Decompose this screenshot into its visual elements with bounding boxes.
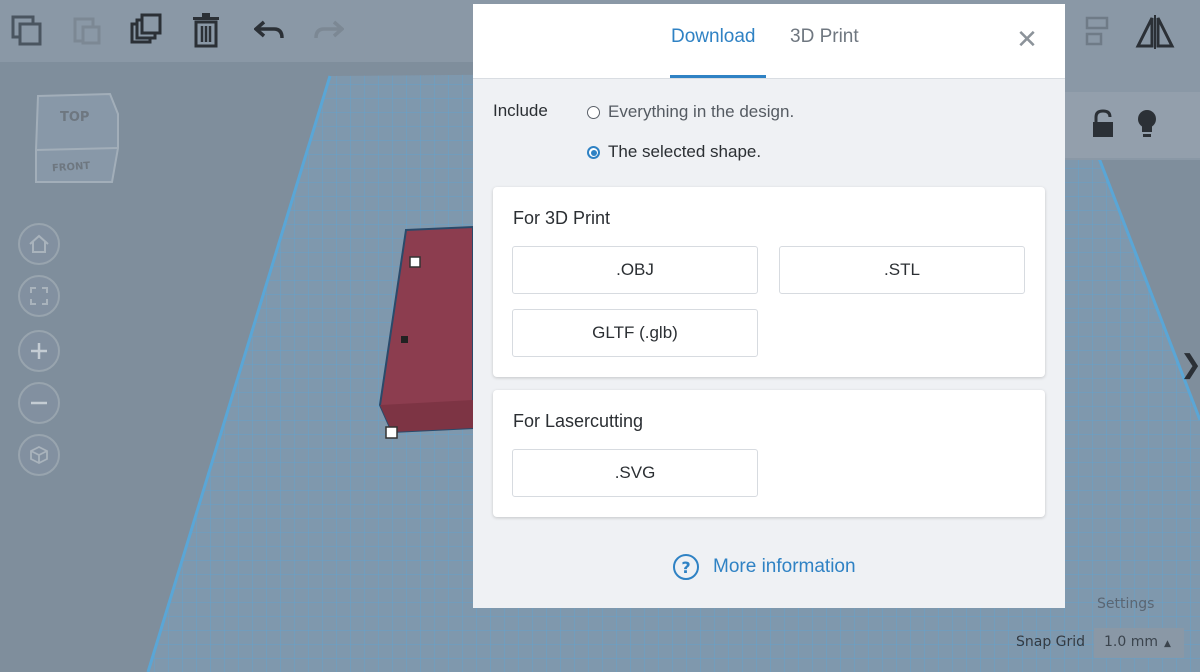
tab-download[interactable]: Download: [671, 26, 756, 48]
fit-view-icon[interactable]: [18, 275, 60, 317]
lightbulb-icon[interactable]: [1127, 104, 1167, 144]
settings-button[interactable]: Settings: [1097, 596, 1154, 612]
paste-icon[interactable]: [66, 10, 106, 50]
mirror-icon[interactable]: [1135, 12, 1175, 52]
trash-icon[interactable]: [186, 10, 226, 50]
radio-selected-label[interactable]: The selected shape.: [608, 142, 761, 162]
view-cube-top-label[interactable]: TOP: [60, 110, 89, 125]
include-label: Include: [493, 101, 548, 120]
duplicate-icon[interactable]: [126, 10, 166, 50]
perspective-icon[interactable]: [18, 434, 60, 476]
snap-grid-label: Snap Grid: [1016, 634, 1086, 650]
close-icon[interactable]: ✕: [1015, 27, 1039, 53]
inspector-panel: [1065, 92, 1200, 158]
radio-selected[interactable]: [587, 145, 600, 159]
radio-everything-label[interactable]: Everything in the design.: [608, 102, 794, 122]
svg-button[interactable]: .SVG: [512, 449, 758, 497]
undo-icon[interactable]: [250, 10, 290, 50]
export-dialog: Download 3D Print ✕ Include Everything i…: [473, 4, 1065, 608]
section-lasercutting-title: For Lasercutting: [513, 411, 644, 431]
include-selected-option[interactable]: The selected shape.: [587, 142, 761, 162]
zoom-out-icon[interactable]: [18, 382, 60, 424]
section-3d-print: For 3D Print .OBJ .STL GLTF (.glb): [493, 187, 1045, 377]
gltf-button[interactable]: GLTF (.glb): [512, 309, 758, 357]
lock-icon[interactable]: [1083, 104, 1123, 144]
align-icon[interactable]: [1077, 12, 1117, 52]
active-tab-indicator: [670, 75, 766, 78]
radio-everything[interactable]: [587, 105, 600, 119]
redo-icon[interactable]: [308, 10, 348, 50]
obj-button[interactable]: .OBJ: [512, 246, 758, 294]
help-icon[interactable]: ?: [673, 554, 699, 580]
section-3d-print-title: For 3D Print: [513, 208, 611, 228]
home-icon[interactable]: [18, 223, 60, 265]
copy-icon[interactable]: [6, 10, 46, 50]
dialog-header: Download 3D Print ✕: [473, 4, 1065, 79]
snap-grid-value: 1.0 mm: [1104, 634, 1158, 650]
stl-button[interactable]: .STL: [779, 246, 1025, 294]
view-cube[interactable]: TOP FRONT: [34, 90, 124, 186]
zoom-in-icon[interactable]: [18, 330, 60, 372]
more-information-label[interactable]: More information: [713, 556, 856, 578]
more-information-link[interactable]: ? More information: [673, 554, 856, 580]
include-everything-option[interactable]: Everything in the design.: [587, 102, 794, 122]
tab-3d-print[interactable]: 3D Print: [790, 26, 859, 48]
chevron-right-icon[interactable]: ❯: [1180, 350, 1200, 380]
caret-up-icon: ▲: [1164, 639, 1171, 649]
snap-grid-select[interactable]: 1.0 mm ▲: [1094, 628, 1184, 658]
section-lasercutting: For Lasercutting .SVG: [493, 390, 1045, 517]
